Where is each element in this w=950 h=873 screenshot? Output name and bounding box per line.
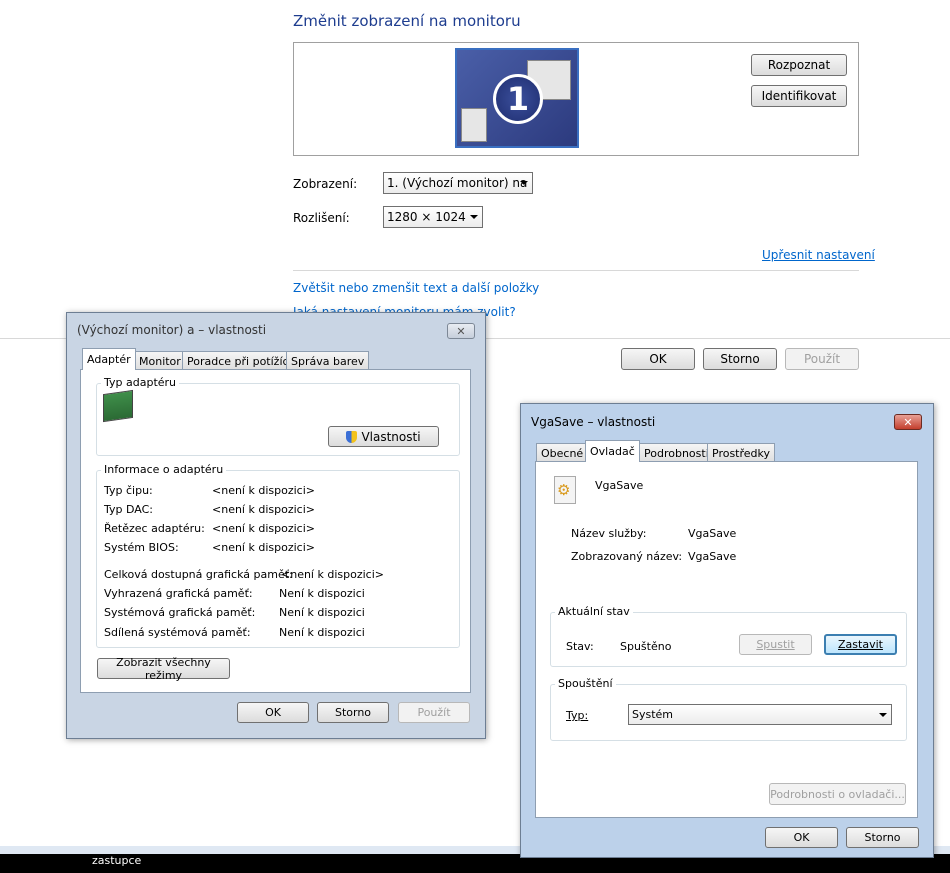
resolution-select-value: 1280 × 1024 bbox=[387, 210, 466, 224]
chevron-down-icon bbox=[470, 215, 478, 219]
advanced-settings-link[interactable]: Upřesnit nastavení bbox=[762, 248, 875, 262]
adapter-cancel-button[interactable]: Storno bbox=[317, 702, 389, 723]
driver-name: VgaSave bbox=[595, 479, 644, 492]
service-name-label: Název služby: bbox=[571, 527, 647, 540]
start-button[interactable]: Spustit bbox=[739, 634, 812, 655]
resolution-label: Rozlišení: bbox=[293, 211, 350, 225]
adapter-info-group-title: Informace o adaptéru bbox=[101, 463, 227, 476]
adapter-properties-dialog: (Výchozí monitor) a – vlastnosti ✕ Adapt… bbox=[66, 312, 486, 739]
startup-type-value: Systém bbox=[632, 708, 674, 721]
tab-color-management[interactable]: Správa barev bbox=[286, 351, 370, 370]
dialog-title: (Výchozí monitor) a – vlastnosti bbox=[77, 323, 267, 337]
page-title: Změnit zobrazení na monitoru bbox=[293, 12, 521, 30]
recognize-button[interactable]: Rozpoznat bbox=[751, 54, 847, 76]
system-memory-label: Systémová grafická paměť: bbox=[104, 606, 256, 619]
bios-label: Systém BIOS: bbox=[104, 541, 179, 554]
display-select-value: 1. (Výchozí monitor) na bbox=[387, 176, 528, 190]
state-value: Spuštěno bbox=[620, 640, 672, 653]
tab-troubleshoot[interactable]: Poradce při potížích bbox=[182, 351, 301, 370]
display-name-label: Zobrazovaný název: bbox=[571, 550, 683, 563]
driver-details-button[interactable]: Podrobnosti o ovladači... bbox=[769, 783, 906, 805]
monitor-number-badge: 1 bbox=[493, 74, 543, 124]
startup-type-select[interactable]: Systém bbox=[628, 704, 892, 725]
adapter-apply-button[interactable]: Použít bbox=[398, 702, 470, 723]
startup-type-label: Typ: bbox=[566, 709, 589, 722]
text-size-link[interactable]: Zvětšit nebo zmenšit text a další položk… bbox=[293, 281, 539, 295]
window-thumb-small bbox=[461, 108, 487, 142]
identify-button[interactable]: Identifikovat bbox=[751, 85, 847, 107]
monitor-1-tile[interactable]: 1 bbox=[455, 48, 579, 148]
divider bbox=[293, 270, 859, 271]
adapter-string-value: <není k dispozici> bbox=[212, 522, 315, 535]
tab-general[interactable]: Obecné bbox=[536, 443, 589, 462]
tab-monitor[interactable]: Monitor bbox=[134, 351, 186, 370]
vgasave-properties-dialog: VgaSave – vlastnosti ✕ Obecné Ovladač Po… bbox=[520, 403, 934, 858]
service-name-value: VgaSave bbox=[688, 527, 737, 540]
tab-adapter[interactable]: Adaptér bbox=[82, 348, 136, 370]
current-state-group-title: Aktuální stav bbox=[555, 605, 633, 618]
adapter-ok-button[interactable]: OK bbox=[237, 702, 309, 723]
bios-value: <není k dispozici> bbox=[212, 541, 315, 554]
display-label: Zobrazení: bbox=[293, 177, 358, 191]
close-icon: ✕ bbox=[456, 324, 466, 338]
close-icon: ✕ bbox=[903, 415, 913, 429]
graphics-card-icon bbox=[103, 389, 133, 423]
display-select[interactable]: 1. (Výchozí monitor) na bbox=[383, 172, 533, 194]
resolution-select[interactable]: 1280 × 1024 bbox=[383, 206, 483, 228]
dedicated-memory-value: Není k dispozici bbox=[279, 587, 365, 600]
shared-memory-value: Není k dispozici bbox=[279, 626, 365, 639]
gear-icon: ⚙ bbox=[554, 476, 576, 504]
list-all-modes-button[interactable]: Zobrazit všechny režimy bbox=[97, 656, 230, 682]
adapter-properties-button[interactable]: Vlastnosti bbox=[328, 426, 439, 447]
state-label: Stav: bbox=[566, 640, 594, 653]
adapter-properties-label: Vlastnosti bbox=[361, 429, 421, 444]
system-memory-value: Není k dispozici bbox=[279, 606, 365, 619]
stop-button[interactable]: Zastavit bbox=[824, 634, 897, 655]
close-button[interactable]: ✕ bbox=[447, 323, 475, 339]
dac-type-label: Typ DAC: bbox=[104, 503, 153, 516]
tab-details[interactable]: Podrobnosti bbox=[639, 443, 714, 462]
main-ok-button[interactable]: OK bbox=[621, 348, 695, 370]
chevron-down-icon bbox=[879, 712, 887, 717]
gear-glyph: ⚙ bbox=[557, 481, 571, 499]
total-memory-label: Celková dostupná grafická paměť: bbox=[104, 568, 293, 581]
chip-type-label: Typ čipu: bbox=[104, 484, 153, 497]
dedicated-memory-label: Vyhrazená grafická paměť: bbox=[104, 587, 253, 600]
total-memory-value: <není k dispozici> bbox=[281, 568, 384, 581]
startup-group-title: Spouštění bbox=[555, 677, 616, 690]
monitor-preview-box: 1 Rozpoznat Identifikovat bbox=[293, 42, 859, 156]
chevron-down-icon bbox=[520, 181, 528, 185]
display-name-value: VgaSave bbox=[688, 550, 737, 563]
dialog-title: VgaSave – vlastnosti bbox=[531, 415, 656, 429]
chip-type-value: <není k dispozici> bbox=[212, 484, 315, 497]
adapter-type-group-title: Typ adaptéru bbox=[101, 376, 180, 389]
taskbar-label[interactable]: zastupce bbox=[92, 854, 141, 867]
shield-icon bbox=[346, 430, 358, 443]
dac-type-value: <není k dispozici> bbox=[212, 503, 315, 516]
adapter-string-label: Řetězec adaptéru: bbox=[104, 522, 205, 535]
tab-driver[interactable]: Ovladač bbox=[585, 440, 640, 462]
vga-cancel-button[interactable]: Storno bbox=[846, 827, 919, 848]
vga-ok-button[interactable]: OK bbox=[765, 827, 838, 848]
adapter-tab-panel: Typ adaptéru Vlastnosti Informace o adap… bbox=[80, 369, 471, 693]
shared-memory-label: Sdílená systémová paměť: bbox=[104, 626, 251, 639]
main-cancel-button[interactable]: Storno bbox=[703, 348, 777, 370]
close-button[interactable]: ✕ bbox=[894, 414, 922, 430]
driver-tab-panel: ⚙ VgaSave Název služby: VgaSave Zobrazov… bbox=[535, 461, 918, 818]
tab-resources[interactable]: Prostředky bbox=[707, 443, 776, 462]
main-apply-button[interactable]: Použít bbox=[785, 348, 859, 370]
